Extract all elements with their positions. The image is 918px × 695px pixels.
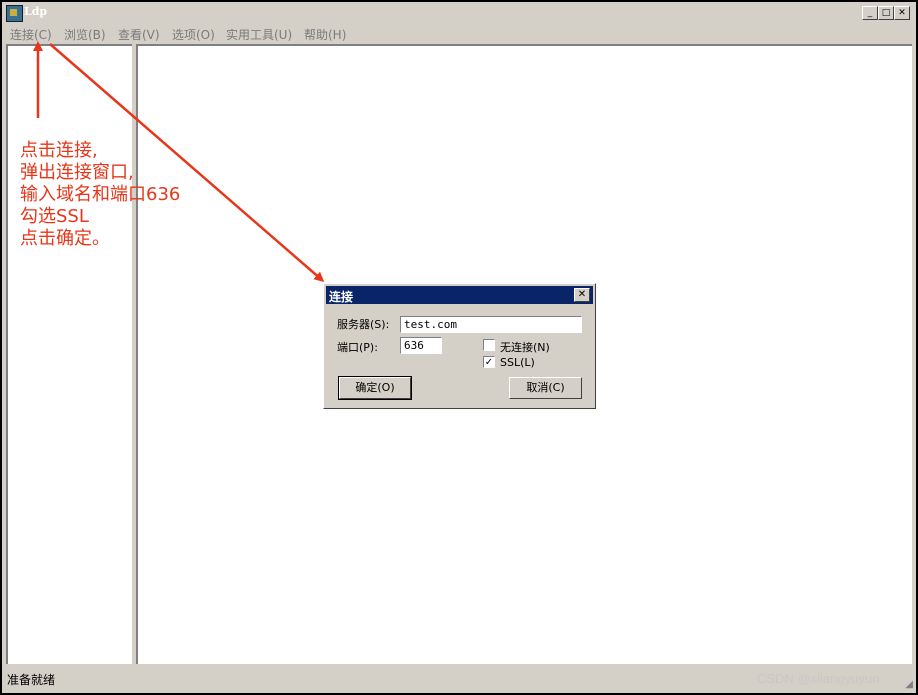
minimize-button[interactable]: _: [862, 6, 878, 20]
menu-utilities[interactable]: 实用工具(U): [226, 26, 292, 43]
status-bar: 准备就绪 CSDN @xilangyuyun ◢: [2, 666, 916, 693]
server-input[interactable]: test.com: [400, 316, 582, 333]
menu-help[interactable]: 帮助(H): [304, 26, 346, 43]
annotation-line: 输入域名和端口636: [20, 184, 181, 205]
port-label: 端口(P):: [337, 341, 378, 354]
menu-options[interactable]: 选项(O): [172, 26, 215, 43]
tutorial-annotation: 点击连接, 弹出连接窗口, 输入域名和端口636 勾选SSL 点击确定。: [20, 140, 180, 250]
tree-pane[interactable]: [6, 44, 132, 664]
maximize-button[interactable]: □: [878, 6, 894, 20]
window-title: Ldp: [24, 5, 48, 18]
annotation-line: 点击连接,: [20, 140, 98, 161]
menu-browse[interactable]: 浏览(B): [64, 26, 106, 43]
status-text: 准备就绪: [7, 673, 56, 687]
port-input[interactable]: 636: [400, 337, 442, 354]
menu-connection[interactable]: 连接(C): [10, 26, 52, 43]
csdn-watermark: CSDN @xilangyuyun: [757, 671, 880, 686]
server-label: 服务器(S):: [337, 318, 390, 331]
close-button[interactable]: ✕: [894, 6, 910, 20]
menu-view[interactable]: 查看(V): [118, 26, 160, 43]
ldp-app-icon: [6, 5, 23, 22]
menu-bar: 连接(C) 浏览(B) 查看(V) 选项(O) 实用工具(U) 帮助(H): [2, 23, 916, 43]
annotation-line: 点击确定。: [20, 228, 110, 249]
connectionless-checkbox[interactable]: [483, 339, 495, 351]
title-bar[interactable]: Ldp _ □ ✕: [2, 2, 916, 23]
annotation-line: 弹出连接窗口,: [20, 162, 134, 183]
ssl-label: SSL(L): [500, 356, 535, 369]
dialog-title: 连接: [329, 290, 354, 304]
connectionless-label: 无连接(N): [500, 341, 550, 354]
dialog-title-bar[interactable]: 连接 ✕: [326, 286, 593, 304]
ok-button[interactable]: 确定(O): [338, 376, 412, 400]
ssl-checkbox[interactable]: ✓: [483, 356, 495, 368]
cancel-button[interactable]: 取消(C): [509, 377, 582, 399]
annotation-line: 勾选SSL: [20, 206, 89, 227]
connect-dialog: 连接 ✕ 服务器(S): test.com 端口(P): 636 无连接(N) …: [323, 283, 596, 409]
resize-grip-icon[interactable]: ◢: [905, 679, 913, 690]
dialog-close-button[interactable]: ✕: [574, 288, 590, 302]
